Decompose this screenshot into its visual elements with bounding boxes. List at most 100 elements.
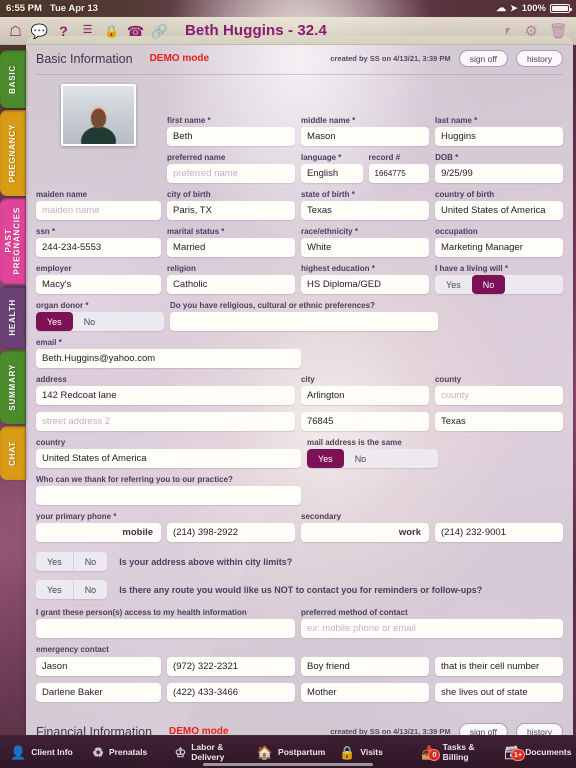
record-number-input[interactable]: 1664775 [368, 164, 430, 183]
nav-documents[interactable]: 🗃 1+ Documents [494, 746, 576, 761]
religion-input[interactable]: Catholic [167, 275, 296, 294]
sidebar-tab-pregnancy[interactable]: PREGNANCY [0, 110, 26, 196]
preferences-input[interactable] [170, 312, 438, 331]
state-of-birth-input[interactable]: Texas [301, 201, 430, 220]
form-scroll-panel[interactable]: Basic Information DEMO mode created by S… [26, 36, 573, 735]
living-will-no-option[interactable]: No [471, 275, 506, 294]
primary-phone-number-input[interactable]: (214) 398-2922 [167, 523, 296, 542]
sync-icon[interactable]: ⚙ [525, 22, 538, 40]
emergency1-phone-input[interactable]: (972) 322-2321 [167, 657, 296, 676]
city-field: city Arlington [300, 375, 429, 405]
inbox-icon: 📥 0 [421, 746, 441, 761]
basic-history-button[interactable]: history [515, 50, 563, 67]
emergency2-note-input[interactable]: she lives out of state [435, 683, 563, 702]
secondary-phone-number-input[interactable]: (214) 232-9001 [435, 523, 563, 542]
ssn-row: ssn * 244-234-5553 marital status * Marr… [36, 227, 563, 257]
preferred-contact-input[interactable]: ex: mobile phone or email [301, 619, 563, 638]
emergency2-name-input[interactable]: Darlene Baker [36, 683, 162, 702]
middle-name-input[interactable]: Mason [301, 127, 430, 146]
address-input[interactable]: 142 Redcoat lane [36, 386, 295, 405]
emergency2-relation-input[interactable]: Mother [301, 683, 430, 702]
phone-icon[interactable]: ☎ [127, 23, 144, 39]
organ-donor-yes-option[interactable]: Yes [36, 312, 73, 331]
no-contact-route-toggle[interactable]: Yes No [36, 580, 108, 599]
trash-icon[interactable]: 🗑 [549, 22, 568, 40]
list-menu-icon[interactable]: ☰ [80, 23, 95, 39]
race-ethnicity-input[interactable]: White [301, 238, 430, 257]
grant-access-input[interactable] [36, 619, 296, 638]
patient-headshot-image[interactable] [61, 84, 137, 146]
financial-history-button[interactable]: history [515, 723, 563, 735]
emergency1-note-input[interactable]: that is their cell number [435, 657, 563, 676]
employer-input[interactable]: Macy's [36, 275, 162, 294]
nav-visits[interactable]: 🔒 Visits [329, 746, 411, 759]
emergency2-phone-input[interactable]: (422) 433-3466 [167, 683, 296, 702]
address2-input[interactable]: street address 2 [36, 412, 295, 431]
mail-same-no-option[interactable]: No [344, 449, 378, 468]
sidebar-tab-chat[interactable]: CHAT [0, 426, 26, 480]
no-contact-route-yes-option[interactable]: Yes [36, 580, 73, 599]
organ-donor-no-option[interactable]: No [73, 312, 107, 331]
first-name-input[interactable]: Beth [167, 127, 296, 146]
preferred-name-input[interactable]: preferred name [167, 164, 295, 183]
zip-input[interactable]: 76845 [300, 412, 429, 431]
organ-donor-toggle[interactable]: Yes No [36, 312, 164, 331]
nav-labor-delivery[interactable]: ♔ Labor & Delivery [165, 742, 247, 762]
country-of-birth-input[interactable]: United States of America [435, 201, 563, 220]
chat-bubble-icon[interactable]: 💬 [31, 23, 48, 39]
mail-same-toggle[interactable]: Yes No [307, 449, 438, 468]
county-input[interactable]: county [434, 386, 563, 405]
dob-input[interactable]: 9/25/99 [435, 164, 564, 183]
city-limits-toggle[interactable]: Yes No [36, 552, 108, 571]
primary-phone-type-input[interactable]: mobile [36, 523, 162, 542]
nav-client-info[interactable]: 👤 Client Info [0, 746, 82, 759]
secondary-phone-type-input[interactable]: work [301, 523, 430, 542]
emergency1-name-input[interactable]: Jason [36, 657, 162, 676]
county-label: county [434, 375, 462, 384]
highest-education-input[interactable]: HS Diploma/GED [301, 275, 430, 294]
email-input[interactable]: Beth.Huggins@yahoo.com [36, 349, 301, 368]
home-indicator [203, 763, 373, 766]
living-will-toggle[interactable]: Yes No [435, 275, 563, 294]
state-of-birth-field: state of birth * Texas [301, 190, 430, 220]
city-of-birth-field: city of birth Paris, TX [167, 190, 296, 220]
sidebar-tab-health[interactable]: HEALTH [0, 286, 26, 348]
mail-same-yes-option[interactable]: Yes [307, 449, 344, 468]
last-name-input[interactable]: Huggins [435, 127, 563, 146]
sidebar-tab-past-pregnancies[interactable]: PAST PREGNANCIES [0, 198, 26, 284]
primary-phone-label: your primary phone * [36, 512, 117, 521]
preferred-language-row: preferred name preferred name language *… [36, 153, 564, 183]
city-input[interactable]: Arlington [300, 386, 429, 405]
sidebar-tab-chat-label: CHAT [7, 440, 17, 466]
nav-tasks-billing[interactable]: 📥 0 Tasks & Billing [411, 742, 493, 762]
ssn-input[interactable]: 244-234-5553 [36, 238, 162, 257]
nav-postpartum[interactable]: 🏠 Postpartum [247, 746, 329, 759]
nav-prenatals[interactable]: ♻ Prenatals [82, 746, 164, 759]
city-limits-yes-option[interactable]: Yes [36, 552, 73, 571]
heartbeat-icon: ♻ [92, 744, 104, 760]
app-toolbar: ☖ 💬 ? ☰ 🔒 ☎ 🔗 Beth Huggins - 32.4 ⎖ ⚙ 🗑 [0, 17, 576, 45]
paperclip-icon[interactable]: 🔗 [151, 23, 168, 39]
sidebar-tab-basic[interactable]: BASIC [0, 50, 26, 108]
financial-sign-off-button[interactable]: sign off [458, 723, 508, 735]
lock-icon[interactable]: 🔒 [104, 23, 119, 39]
marital-status-input[interactable]: Married [167, 238, 296, 257]
state-input[interactable]: Texas [434, 412, 563, 431]
city-limits-no-option[interactable]: No [72, 552, 108, 571]
country-input[interactable]: United States of America [36, 449, 301, 468]
help-question-icon[interactable]: ? [56, 23, 71, 39]
occupation-input[interactable]: Marketing Manager [435, 238, 563, 257]
city-of-birth-input[interactable]: Paris, TX [167, 201, 296, 220]
language-input[interactable]: English [300, 164, 363, 183]
patient-photo-cell[interactable] [36, 84, 161, 146]
sidebar-tab-summary[interactable]: SUMMARY [0, 350, 26, 424]
referral-input[interactable] [36, 486, 301, 505]
no-contact-route-no-option[interactable]: No [72, 580, 108, 599]
living-will-yes-option[interactable]: Yes [435, 275, 472, 294]
emergency1-relation-input[interactable]: Boy friend [301, 657, 430, 676]
share-icon[interactable]: ⎖ [501, 22, 513, 39]
financial-created-meta: created by SS on 4/13/21, 3:39 PM [330, 727, 451, 735]
maiden-name-input[interactable]: maiden name [36, 201, 162, 220]
basic-sign-off-button[interactable]: sign off [458, 50, 508, 67]
home-icon[interactable]: ☖ [8, 23, 23, 39]
